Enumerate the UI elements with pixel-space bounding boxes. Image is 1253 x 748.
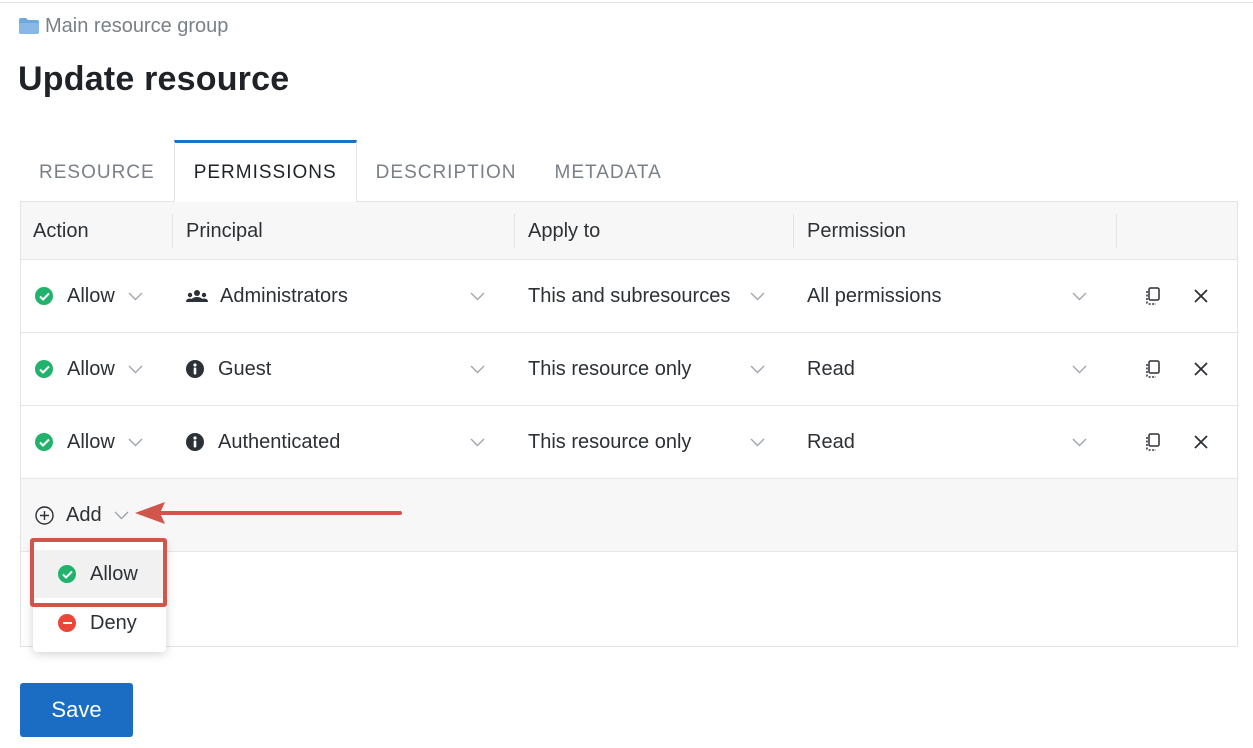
- copy-icon[interactable]: [1145, 406, 1161, 478]
- permission-select[interactable]: Read: [807, 333, 855, 405]
- chevron-down-icon[interactable]: [1072, 406, 1087, 478]
- permissions-table: Action Principal Apply to Permission All…: [20, 201, 1238, 647]
- permission-label: All permissions: [807, 284, 942, 307]
- apply-to-label: This resource only: [528, 430, 692, 453]
- page-title: Update resource: [18, 60, 290, 98]
- chevron-down-icon[interactable]: [128, 260, 143, 332]
- tab-bar: RESOURCE PERMISSIONS DESCRIPTION METADAT…: [20, 140, 681, 202]
- table-header: Action Principal Apply to Permission: [21, 202, 1237, 260]
- permission-label: Read: [807, 357, 855, 380]
- header-divider: [1116, 214, 1117, 248]
- breadcrumb[interactable]: Main resource group: [18, 14, 228, 38]
- menu-item-label: Allow: [90, 562, 138, 585]
- permission-select[interactable]: All permissions: [807, 260, 941, 332]
- action-select[interactable]: Allow: [35, 260, 115, 332]
- header-action: Action: [33, 219, 89, 242]
- chevron-down-icon[interactable]: [1072, 333, 1087, 405]
- chevron-down-icon[interactable]: [470, 406, 485, 478]
- action-label: Allow: [67, 357, 115, 380]
- check-circle-icon: [35, 287, 53, 305]
- header-apply-to: Apply to: [528, 219, 601, 242]
- chevron-down-icon[interactable]: [470, 333, 485, 405]
- add-dropdown-menu: Allow Deny: [33, 542, 166, 652]
- header-principal: Principal: [186, 219, 263, 242]
- copy-icon[interactable]: [1145, 260, 1161, 332]
- apply-to-select[interactable]: This resource only: [528, 333, 691, 405]
- close-icon[interactable]: [1194, 333, 1208, 405]
- tab-resource[interactable]: RESOURCE: [20, 140, 174, 202]
- chevron-down-icon[interactable]: [750, 333, 765, 405]
- action-select[interactable]: Allow: [35, 406, 115, 478]
- check-circle-icon: [35, 360, 53, 378]
- check-circle-icon: [58, 565, 76, 583]
- chevron-down-icon[interactable]: [750, 406, 765, 478]
- annotation-arrow: [135, 502, 402, 524]
- breadcrumb-label[interactable]: Main resource group: [45, 15, 228, 38]
- info-icon: [186, 360, 204, 378]
- action-label: Allow: [67, 284, 115, 307]
- principal-select[interactable]: Guest: [186, 333, 271, 405]
- header-divider: [514, 214, 515, 248]
- close-icon[interactable]: [1194, 260, 1208, 332]
- top-divider: [0, 2, 1253, 3]
- save-button[interactable]: Save: [20, 683, 133, 737]
- apply-to-label: This and subresources: [528, 284, 731, 307]
- action-label: Allow: [67, 430, 115, 453]
- chevron-down-icon[interactable]: [750, 260, 765, 332]
- table-row: Allow Authenticated This resource only R…: [21, 406, 1237, 479]
- tab-permissions[interactable]: PERMISSIONS: [173, 140, 357, 202]
- chevron-down-icon[interactable]: [470, 260, 485, 332]
- chevron-down-icon[interactable]: [128, 406, 143, 478]
- permission-select[interactable]: Read: [807, 406, 855, 478]
- header-permission: Permission: [807, 219, 906, 242]
- users-icon: [186, 290, 208, 302]
- add-label: Add: [66, 503, 102, 526]
- principal-label: Administrators: [220, 284, 348, 307]
- permission-label: Read: [807, 430, 855, 453]
- header-divider: [793, 214, 794, 248]
- apply-to-select[interactable]: This resource only: [528, 406, 691, 478]
- menu-item-label: Deny: [90, 611, 137, 634]
- chevron-down-icon[interactable]: [114, 479, 129, 551]
- menu-item-allow[interactable]: Allow: [33, 550, 166, 598]
- plus-circle-icon: [35, 505, 54, 525]
- close-icon[interactable]: [1194, 406, 1208, 478]
- info-icon: [186, 433, 204, 451]
- folder-icon: [19, 18, 39, 34]
- action-select[interactable]: Allow: [35, 333, 115, 405]
- principal-label: Guest: [218, 357, 272, 380]
- apply-to-label: This resource only: [528, 357, 692, 380]
- minus-circle-icon: [58, 614, 76, 632]
- chevron-down-icon[interactable]: [128, 333, 143, 405]
- menu-item-deny[interactable]: Deny: [33, 599, 166, 647]
- table-row: Allow Guest This resource only Read: [21, 333, 1237, 406]
- copy-icon[interactable]: [1145, 333, 1161, 405]
- chevron-down-icon[interactable]: [1072, 260, 1087, 332]
- principal-label: Authenticated: [218, 430, 341, 453]
- tab-description[interactable]: DESCRIPTION: [357, 140, 536, 202]
- principal-select[interactable]: Administrators: [186, 260, 348, 332]
- apply-to-select[interactable]: This and subresources: [528, 260, 730, 332]
- header-divider: [172, 214, 173, 248]
- principal-select[interactable]: Authenticated: [186, 406, 340, 478]
- add-button[interactable]: Add: [35, 479, 102, 551]
- table-row: Allow Administrators This and subresourc…: [21, 260, 1237, 333]
- tab-metadata[interactable]: METADATA: [536, 140, 681, 202]
- check-circle-icon: [35, 433, 53, 451]
